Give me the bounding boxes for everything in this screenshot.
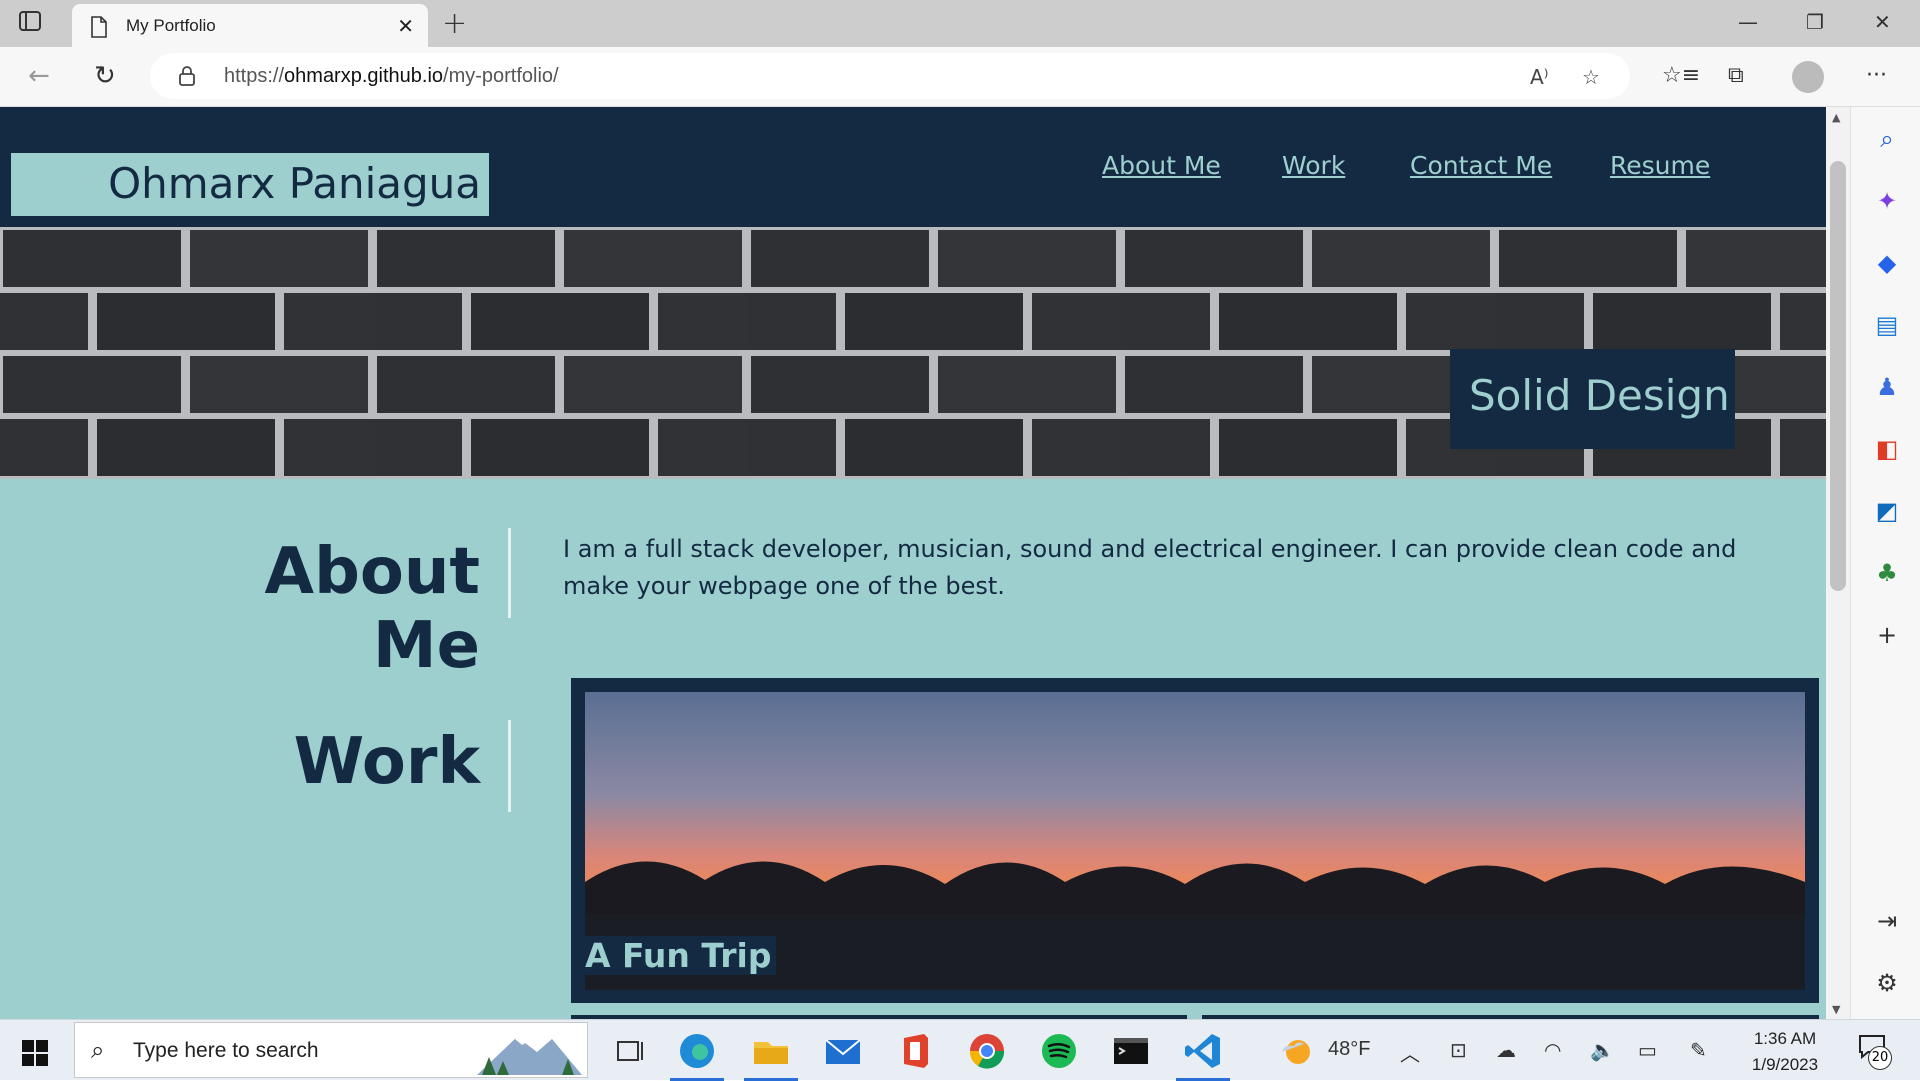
scroll-down-icon[interactable]: ▼ [1832,1003,1840,1016]
add-sidebar-icon[interactable]: + [1873,621,1901,649]
pen-icon[interactable]: ✎ [1690,1038,1707,1063]
scrollbar-thumb[interactable] [1830,161,1846,591]
site-brand: Ohmarx Paniagua [11,153,489,216]
about-me-text: I am a full stack developer, musician, s… [563,535,1737,600]
close-tab-icon[interactable]: ✕ [397,14,414,38]
clock-time: 1:36 AM [1753,1029,1817,1048]
minimize-icon[interactable]: — [1738,10,1758,34]
search-highlight-image [477,1037,582,1075]
meet-now-icon[interactable]: ⊡ [1450,1038,1467,1063]
search-icon: ⌕ [91,1036,105,1064]
edge-taskbar-icon[interactable] [670,1030,724,1081]
sidebar-settings-icon[interactable]: ⚙ [1873,969,1901,997]
address-bar-row: ← ↻ https://ohmarxp.github.io/my-portfol… [0,47,1920,107]
site-header: Ohmarx Paniagua About Me Work Contact Me… [0,107,1826,227]
taskbar-search-box[interactable]: ⌕ Type here to search [74,1022,588,1078]
new-tab-icon[interactable]: + [442,6,467,41]
discover-icon[interactable]: ✦ [1873,187,1901,215]
back-icon[interactable]: ← [28,61,50,91]
page-icon [90,16,108,42]
close-window-icon[interactable]: ✕ [1874,10,1891,34]
work-card-fun-trip[interactable]: A Fun Trip [571,678,1819,1003]
show-hidden-icons-icon[interactable]: ︿ [1400,1038,1420,1067]
address-bar[interactable]: https://ohmarxp.github.io/my-portfolio/ … [150,53,1630,99]
edge-sidebar: ⌕ ✦ ◆ ▤ ♟ ◧ ◩ ♣ + ⇥ ⚙ [1850,107,1920,1019]
weather-temp[interactable]: 48°F [1328,1038,1370,1061]
read-aloud-icon[interactable]: A⁾ [1530,65,1549,89]
mail-icon[interactable] [822,1030,864,1072]
add-favorite-icon[interactable]: ☆ [1582,65,1600,89]
page-scrollbar[interactable]: ▲ ▼ [1826,107,1850,1019]
spotify-icon[interactable] [1038,1030,1080,1072]
clock-date: 1/9/2023 [1751,1055,1819,1074]
about-me-heading: About Me [264,535,480,683]
nav-about-me[interactable]: About Me [1102,151,1221,180]
work-heading: Work [293,725,480,799]
onedrive-icon[interactable]: ☁ [1496,1038,1516,1063]
volume-icon[interactable]: 🔈 [1590,1038,1615,1063]
nav-work[interactable]: Work [1282,151,1345,180]
about-divider [508,528,511,618]
taskbar: ⌕ Type here to search 48°F ︿ ⊡ ☁ ◠ 🔈 ▭ ✎… [0,1019,1920,1081]
tab-strip: My Portfolio ✕ + — ❐ ✕ [0,0,1920,47]
chrome-icon[interactable] [966,1030,1008,1072]
wifi-icon[interactable]: ◠ [1544,1038,1561,1063]
weather-icon[interactable] [1276,1030,1318,1072]
scroll-up-icon[interactable]: ▲ [1832,111,1840,124]
battery-icon[interactable]: ▭ [1638,1038,1657,1063]
hide-sidebar-icon[interactable]: ⇥ [1873,907,1901,935]
collections-icon[interactable]: ⧉ [1728,63,1744,88]
brand-name: Ohmarx Paniagua [108,159,481,208]
hero-badge-text: Solid Design [1469,371,1730,420]
search-icon[interactable]: ⌕ [1873,125,1901,153]
url-text: https://ohmarxp.github.io/my-portfolio/ [224,65,559,87]
more-options-icon[interactable]: ··· [1866,63,1887,88]
nav-resume[interactable]: Resume [1610,151,1710,180]
restore-icon[interactable]: ❐ [1806,10,1824,34]
notification-count: 20 [1868,1046,1892,1070]
tree-icon[interactable]: ♣ [1873,559,1901,587]
web-page: Ohmarx Paniagua About Me Work Contact Me… [0,107,1826,1019]
windows-start-icon[interactable] [22,1040,48,1070]
profile-avatar[interactable] [1792,61,1824,93]
terminal-icon[interactable] [1110,1030,1152,1072]
refresh-icon[interactable]: ↻ [94,61,116,91]
search-placeholder: Type here to search [133,1039,319,1062]
tab-actions-icon[interactable] [18,10,54,38]
tab-title: My Portfolio [126,16,216,35]
shopping-icon[interactable]: ◆ [1873,249,1901,277]
lock-icon [178,65,196,91]
office-taskbar-icon[interactable] [894,1030,936,1072]
notifications-icon[interactable]: 20 [1858,1034,1892,1070]
favorites-icon[interactable]: ☆≡ [1662,63,1700,88]
games-icon[interactable]: ♟ [1873,373,1901,401]
outlook-icon[interactable]: ◩ [1873,497,1901,525]
task-view-icon[interactable] [610,1030,652,1072]
tools-icon[interactable]: ▤ [1873,311,1901,339]
file-explorer-icon[interactable] [744,1030,798,1081]
vscode-icon[interactable] [1176,1030,1230,1081]
work-divider [508,720,511,812]
taskbar-clock[interactable]: 1:36 AM 1/9/2023 [1740,1026,1830,1078]
office-icon[interactable]: ◧ [1873,435,1901,463]
work-item-label: A Fun Trip [581,936,776,975]
nav-contact-me[interactable]: Contact Me [1410,151,1552,180]
browser-tab[interactable]: My Portfolio ✕ [72,4,428,47]
hero-badge: Solid Design [1450,349,1735,449]
